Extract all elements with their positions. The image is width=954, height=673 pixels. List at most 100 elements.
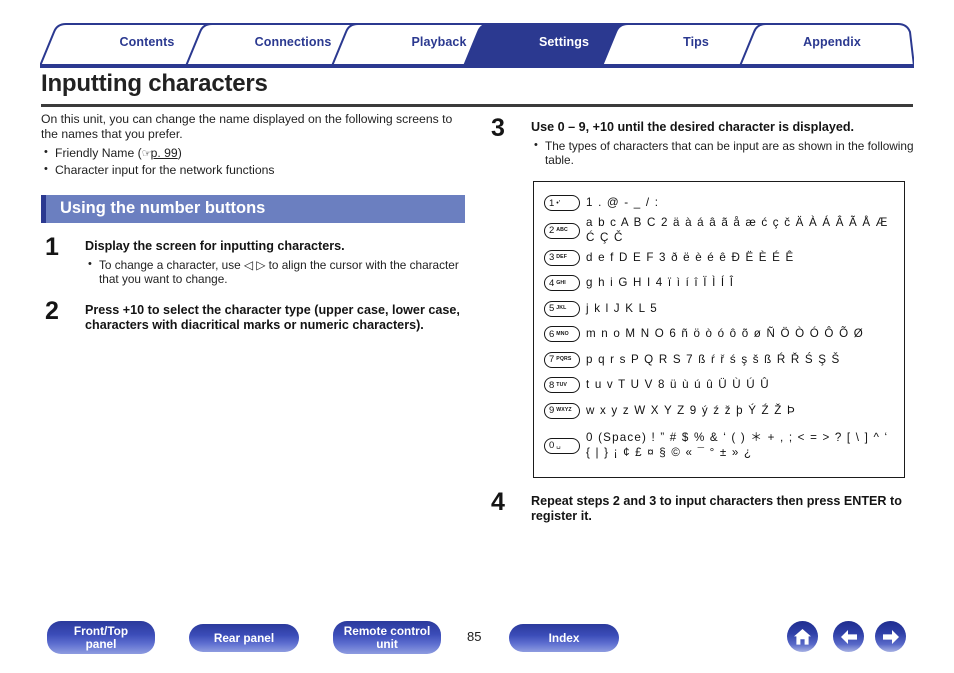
forward-arrow-glyph [882, 629, 899, 644]
character-set-line2: { | } ¡ ¢ £ ¤ § © « ¯ ° ± » ¿ [586, 445, 753, 459]
table-row: 5 JKL j k l J K L 5 [534, 296, 904, 322]
table-row: 2 ABC a b c A B C 2 ä à á â ã å æ ć ç č … [534, 216, 904, 245]
step-3: 3 Use 0 – 9, +10 until the desired chara… [487, 114, 917, 168]
front-top-panel-button[interactable]: Front/Top panel [47, 621, 155, 654]
page-number: 85 [467, 629, 482, 644]
home-icon[interactable] [787, 621, 818, 652]
key-number: 3 [549, 252, 555, 263]
home-glyph [794, 628, 811, 645]
key-letters: MNO [556, 330, 569, 337]
key-number: 6 [549, 328, 555, 340]
button-line2: panel [85, 636, 117, 651]
key-letters: ABC [556, 226, 568, 233]
key-8-icon: 8 TUV [544, 377, 580, 394]
table-row: 7 PQRS p q r s P Q R S 7 ß ŕ ř ś ş š ß Ŕ… [534, 347, 904, 373]
key-0-icon: 0 ␣ [544, 437, 580, 454]
back-arrow-glyph [840, 629, 857, 644]
key-symbol: •′ [556, 199, 561, 207]
character-set: j k l J K L 5 [586, 301, 658, 315]
back-arrow-icon[interactable] [833, 621, 864, 652]
key-9-icon: 9 WXYZ [544, 402, 580, 419]
step-1: 1 Display the screen for inputting chara… [41, 233, 471, 287]
key-1-icon: 1 •′ [544, 195, 580, 212]
button-label: Index [548, 630, 580, 645]
button-line1: Front/Top [73, 623, 129, 638]
character-set: w x y z W X Y Z 9 ý ź ž þ Ý Ź Ž Þ [586, 403, 796, 417]
footer-bar: Front/Top panel Rear panel Remote contro… [0, 612, 954, 672]
rear-panel-button[interactable]: Rear panel [189, 624, 299, 652]
page-reference[interactable]: (☞p. 99) [138, 146, 182, 160]
step-heading: Display the screen for inputting charact… [85, 239, 345, 254]
key-symbol: ␣ [556, 442, 561, 449]
character-set: t u v T U V 8 ü ù ú û Ü Ù Ú Û [586, 378, 770, 391]
key-letters: JKL [556, 305, 567, 312]
table-row: 6 MNO m n o M N O 6 ñ ö ò ó ô õ ø Ñ Ö Ò … [534, 322, 904, 348]
page-title: Inputting characters [41, 70, 268, 97]
list-item: The types of characters that can be inpu… [531, 138, 917, 168]
forward-arrow-icon[interactable] [875, 621, 906, 652]
key-number: 1 [549, 197, 555, 209]
section-heading-bar: Using the number buttons [41, 195, 465, 224]
key-letters: PQRS [556, 356, 572, 363]
tab-playback[interactable]: Playback [366, 35, 512, 49]
remote-control-unit-button[interactable]: Remote control unit [333, 621, 441, 654]
title-divider [41, 104, 913, 107]
tab-settings[interactable]: Settings [498, 35, 630, 49]
page-link[interactable]: p. 99 [151, 146, 178, 160]
tab-contents[interactable]: Contents [74, 35, 220, 49]
bullet-text: Friendly Name [55, 146, 135, 161]
tab-appendix[interactable]: Appendix [762, 35, 902, 49]
tab-tips[interactable]: Tips [630, 35, 762, 49]
table-row: 3 DEF d e f D E F 3 ð ë è é ê Ð Ë È É Ê [534, 245, 904, 271]
key-number: 4 [549, 277, 555, 289]
top-tab-bar: Contents Connections Playback Settings T… [40, 22, 914, 68]
intro-bullet-list: Friendly Name (☞p. 99) Character input f… [41, 145, 471, 178]
table-row: 1 •′ 1 . @ - _ / : [534, 191, 904, 217]
tab-connections[interactable]: Connections [220, 35, 366, 49]
key-6-icon: 6 MNO [544, 326, 580, 343]
step-heading: Use 0 – 9, +10 until the desired charact… [531, 120, 855, 134]
button-line1: Remote control [343, 623, 431, 638]
document-page: Contents Connections Playback Settings T… [0, 0, 954, 673]
key-4-icon: 4 GHI [544, 275, 580, 292]
bullet-text: Character input for the network function… [55, 162, 275, 177]
button-line2: unit [376, 636, 398, 651]
key-letters: DEF [556, 254, 567, 261]
step-number: 1 [45, 233, 59, 262]
button-label: Rear panel [213, 630, 275, 645]
step-4: 4 Repeat steps 2 and 3 to input characte… [487, 488, 917, 525]
list-item: Friendly Name (☞p. 99) [41, 145, 471, 163]
step-bullet-list: The types of characters that can be inpu… [531, 138, 917, 168]
list-item: To change a character, use ◁ ▷ to align … [85, 257, 471, 287]
key-number: 5 [549, 303, 555, 314]
key-number: 8 [549, 379, 555, 391]
step-number: 3 [491, 114, 505, 142]
key-letters: TUV [556, 381, 567, 388]
key-number: 2 [549, 224, 555, 236]
character-set-line1: 0 (Space) ! ” # $ % & ‘ ( ) ＊ + , ; < = … [586, 431, 889, 444]
key-5-icon: 5 JKL [544, 300, 580, 317]
step-bullet-list: To change a character, use ◁ ▷ to align … [85, 257, 471, 287]
right-column: 3 Use 0 – 9, +10 until the desired chara… [487, 114, 917, 525]
key-3-icon: 3 DEF [544, 249, 580, 266]
paren-close: ) [177, 146, 182, 161]
table-row: 8 TUV t u v T U V 8 ü ù ú û Ü Ù Ú Û [534, 373, 904, 399]
character-set: d e f D E F 3 ð ë è é ê Ð Ë È É Ê [586, 250, 795, 264]
table-row: 4 GHI g h i G H I 4 ï ì í î Ï Ì Í Î [534, 271, 904, 297]
character-set: m n o M N O 6 ñ ö ò ó ô õ ø Ñ Ö Ò Ó Ô Õ … [586, 327, 864, 340]
character-set: 1 . @ - _ / : [586, 196, 660, 209]
index-button[interactable]: Index [509, 624, 619, 652]
table-row: 9 WXYZ w x y z W X Y Z 9 ý ź ž þ Ý Ź Ž Þ [534, 398, 904, 424]
key-number: 9 [549, 405, 555, 416]
key-7-icon: 7 PQRS [544, 351, 580, 368]
key-letters: GHI [556, 279, 566, 286]
step-heading: Press +10 to select the character type (… [85, 302, 460, 333]
section-heading-label: Using the number buttons [60, 199, 266, 218]
step-heading: Repeat steps 2 and 3 to input characters… [531, 493, 902, 524]
character-set: p q r s P Q R S 7 ß ŕ ř ś ş š ß Ŕ Ř Ś Ş … [586, 352, 841, 366]
character-table: 1 •′ 1 . @ - _ / : 2 ABC a b c A B C 2 ä… [533, 180, 905, 478]
intro-paragraph: On this unit, you can change the name di… [41, 112, 453, 141]
pointing-hand-icon: ☞ [141, 148, 152, 161]
key-2-icon: 2 ABC [544, 222, 580, 239]
character-set: a b c A B C 2 ä à á â ã å æ ć ç č Ä À Á … [586, 216, 889, 244]
